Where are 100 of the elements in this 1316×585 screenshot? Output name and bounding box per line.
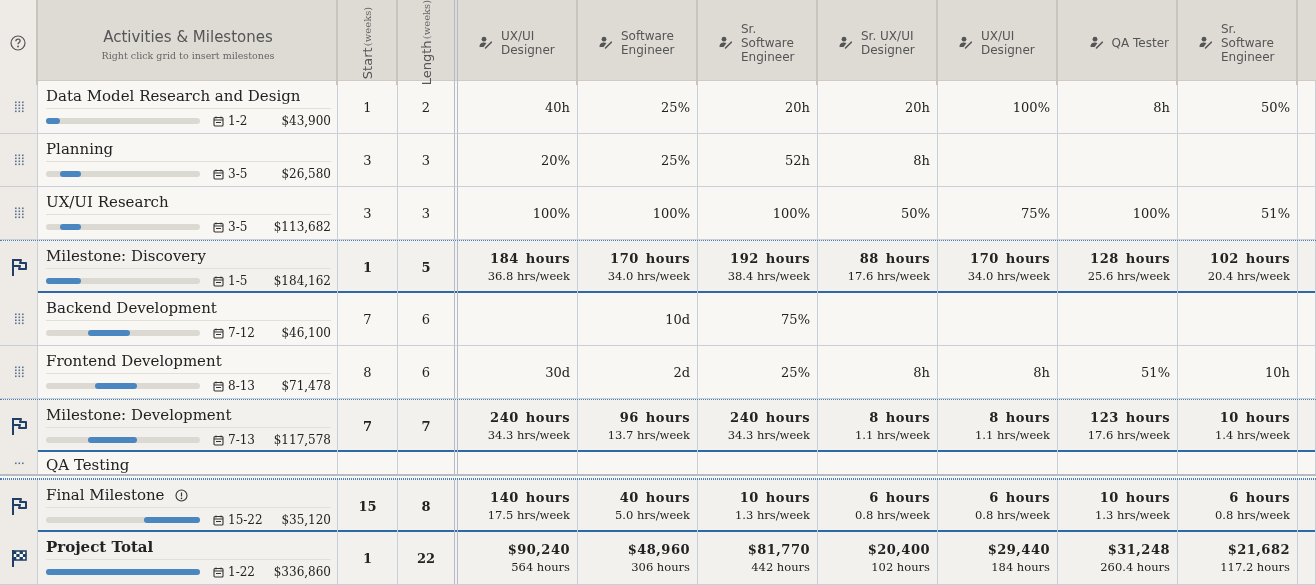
summary-detail: 306 hours xyxy=(631,560,690,574)
grip-icon xyxy=(13,462,24,465)
person-edit-icon[interactable] xyxy=(599,36,613,50)
timeline-bar xyxy=(88,437,137,443)
activity-name: Project Total xyxy=(46,538,154,556)
allocation-cell[interactable]: 10d xyxy=(578,293,698,345)
timeline-bar xyxy=(60,224,81,230)
activity-cost: $43,900 xyxy=(281,114,331,128)
allocation-cell[interactable]: 30d xyxy=(458,346,578,398)
allocation-cell[interactable]: 8h xyxy=(818,134,938,186)
summary-value: $90,240 xyxy=(507,542,570,557)
activity-cost: $336,860 xyxy=(273,565,331,579)
summary-value: 128 hours xyxy=(1090,251,1170,266)
allocation-cell[interactable]: 40h xyxy=(458,81,578,133)
summary-detail: 25.6 hrs/week xyxy=(1087,269,1170,283)
summary-detail: 34.3 hrs/week xyxy=(487,428,570,442)
allocation-cell[interactable]: 100% xyxy=(578,187,698,239)
summary-value: 184 hours xyxy=(490,251,570,266)
allocation-cell[interactable]: 10h xyxy=(1178,346,1298,398)
grip-icon xyxy=(13,101,24,113)
allocation-cell[interactable]: 51% xyxy=(1058,346,1178,398)
flag-icon xyxy=(9,416,28,436)
allocation-cell[interactable]: 8h xyxy=(1058,81,1178,133)
allocation-cell[interactable]: 2d xyxy=(578,346,698,398)
activity-name: Planning xyxy=(46,140,114,158)
summary-detail: 1.4 hrs/week xyxy=(1214,428,1290,442)
calendar-icon xyxy=(213,434,224,446)
allocation-cell[interactable]: 100% xyxy=(698,187,818,239)
person-edit-icon[interactable] xyxy=(959,36,973,50)
allocation-cell[interactable]: 100% xyxy=(458,187,578,239)
allocation-cell[interactable]: 25% xyxy=(578,81,698,133)
grip-icon xyxy=(13,313,24,325)
activity-cost: $113,682 xyxy=(273,220,331,234)
person-edit-icon[interactable] xyxy=(479,36,493,50)
summary-detail: 102 hours xyxy=(871,560,930,574)
start-cell[interactable]: 1 xyxy=(338,81,398,133)
allocation-cell[interactable]: 20h xyxy=(818,81,938,133)
summary-detail: 1.3 hrs/week xyxy=(1094,508,1170,522)
calendar-icon xyxy=(213,327,224,339)
length-cell[interactable]: 22 xyxy=(398,532,458,584)
person-edit-icon[interactable] xyxy=(1199,36,1213,50)
allocation-cell[interactable]: 20% xyxy=(458,134,578,186)
calendar-icon xyxy=(213,221,224,233)
summary-detail: 20.4 hrs/week xyxy=(1207,269,1290,283)
week-range: 7-12 xyxy=(228,326,255,340)
allocation-cell[interactable]: 25% xyxy=(578,134,698,186)
allocation-cell[interactable]: 100% xyxy=(1058,187,1178,239)
summary-detail: 36.8 hrs/week xyxy=(487,269,570,283)
week-range: 3-5 xyxy=(228,220,248,234)
start-cell[interactable]: 7 xyxy=(338,293,398,345)
grip-icon xyxy=(13,207,24,219)
checkered-flag-icon xyxy=(9,548,28,568)
summary-value: 240 hours xyxy=(490,410,570,425)
info-icon[interactable] xyxy=(174,488,188,502)
summary-value: $48,960 xyxy=(627,542,690,557)
summary-detail: 38.4 hrs/week xyxy=(727,269,810,283)
allocation-cell[interactable]: 50% xyxy=(818,187,938,239)
activity-cost: $46,100 xyxy=(281,326,331,340)
drag-handle[interactable] xyxy=(0,346,38,398)
person-edit-icon[interactable] xyxy=(839,36,853,50)
start-cell[interactable]: 3 xyxy=(338,134,398,186)
role-title: QA Tester xyxy=(1111,35,1169,50)
role-title: Sr. UX/UI Designer xyxy=(861,28,916,57)
allocation-cell[interactable]: 8h xyxy=(818,346,938,398)
calendar-icon xyxy=(213,275,224,287)
allocation-cell[interactable]: 75% xyxy=(938,187,1058,239)
calendar-icon xyxy=(213,115,224,127)
role-title: Sr. Software Engineer xyxy=(1221,21,1276,64)
summary-value: 140 hours xyxy=(490,490,570,505)
summary-value: $29,440 xyxy=(987,542,1050,557)
start-cell[interactable]: 8 xyxy=(338,346,398,398)
flag-icon xyxy=(9,496,28,516)
activity-name: Milestone: Discovery xyxy=(46,247,206,265)
summary-value: 240 hours xyxy=(730,410,810,425)
summary-value: 10 hours xyxy=(1099,490,1170,505)
help-icon[interactable] xyxy=(10,34,26,51)
summary-detail: 260.4 hours xyxy=(1100,560,1170,574)
summary-detail: 117.2 hours xyxy=(1220,560,1290,574)
summary-value: 96 hours xyxy=(619,410,690,425)
allocation-cell[interactable]: 8h xyxy=(938,346,1058,398)
drag-handle[interactable] xyxy=(0,187,38,239)
allocation-cell[interactable]: 52h xyxy=(698,134,818,186)
person-edit-icon[interactable] xyxy=(1089,36,1104,50)
allocation-cell[interactable]: 100% xyxy=(938,81,1058,133)
summary-value: 10 hours xyxy=(1219,410,1290,425)
start-cell[interactable]: 1 xyxy=(338,532,398,584)
allocation-cell[interactable]: 75% xyxy=(698,293,818,345)
allocation-cell[interactable]: 50% xyxy=(1178,81,1298,133)
drag-handle[interactable] xyxy=(0,134,38,186)
summary-value: $81,770 xyxy=(747,542,810,557)
allocation-cell[interactable]: 25% xyxy=(698,346,818,398)
allocation-cell[interactable]: 20h xyxy=(698,81,818,133)
start-cell[interactable]: 3 xyxy=(338,187,398,239)
drag-handle[interactable] xyxy=(0,293,38,345)
summary-value: $31,248 xyxy=(1107,542,1170,557)
role-title: Sr. Software Engineer xyxy=(741,21,796,64)
allocation-cell[interactable]: 51% xyxy=(1178,187,1298,239)
activity-name: UX/UI Research xyxy=(46,193,169,211)
summary-detail: 13.7 hrs/week xyxy=(607,428,690,442)
person-edit-icon[interactable] xyxy=(719,36,733,50)
